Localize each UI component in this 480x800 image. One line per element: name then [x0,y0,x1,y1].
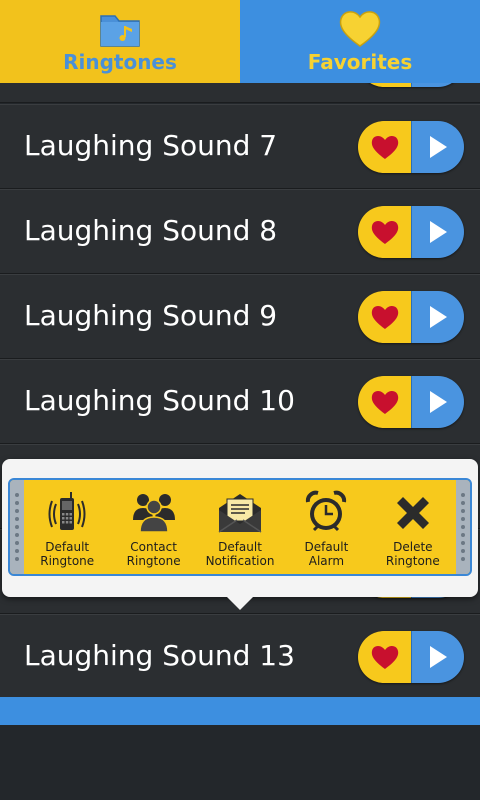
phone-ringing-icon [45,488,89,536]
ringtone-name: Laughing Sound 7 [24,129,278,162]
tab-ringtones[interactable]: Ringtones [0,0,240,83]
list-item[interactable]: Laughing Sound 10 [0,359,480,444]
contacts-group-icon [131,488,177,536]
action-toolbar: Default Ringtone Contact Ringtone Defaul… [8,478,472,576]
ringtone-name: Laughing Sound 8 [24,214,278,247]
action-label: Default Alarm [304,540,349,568]
popup-pointer [226,596,254,610]
play-button[interactable] [411,206,464,258]
row-actions [358,631,464,683]
heart-icon [371,390,398,414]
play-icon [430,136,447,158]
row-actions [358,206,464,258]
play-button[interactable] [411,291,464,343]
action-label: Contact Ringtone [126,540,181,568]
play-button[interactable] [411,121,464,173]
favorite-button[interactable] [358,291,411,343]
list-item[interactable]: Laughing Sound 8 [0,189,480,274]
action-label: Default Notification [205,540,275,568]
list-item[interactable]: Laughing Sound 7 [0,104,480,189]
row-actions [358,291,464,343]
play-button[interactable] [411,631,464,683]
tab-label: Ringtones [63,50,177,74]
default-ringtone-button[interactable]: Default Ringtone [24,480,110,574]
contact-ringtone-button[interactable]: Contact Ringtone [110,480,196,574]
tab-favorites[interactable]: Favorites [240,0,480,83]
heart-icon [371,305,398,329]
folder-music-icon [99,8,141,52]
delete-x-icon [391,488,435,536]
delete-ringtone-button[interactable]: Delete Ringtone [370,480,456,574]
action-label: Delete Ringtone [385,540,440,568]
play-icon [430,646,447,668]
ringtone-name: Laughing Sound 9 [24,299,278,332]
heart-icon [371,645,398,669]
heart-icon [371,220,398,244]
play-icon [430,306,447,328]
favorite-button[interactable] [358,376,411,428]
list-item[interactable]: Laughing Sound 13 [0,614,480,699]
action-label: Default Ringtone [40,540,95,568]
default-notification-button[interactable]: Default Notification [197,480,283,574]
ringtone-name: Laughing Sound 10 [24,384,295,417]
list-item[interactable]: Laughing Sound 9 [0,274,480,359]
tab-label: Favorites [307,50,413,74]
favorite-button[interactable] [358,631,411,683]
bottom-bar [0,697,480,725]
ringtone-name: Laughing Sound 13 [24,639,295,672]
row-actions [358,376,464,428]
context-menu: Default Ringtone Contact Ringtone Defaul… [2,459,478,597]
favorite-button[interactable] [358,121,411,173]
heart-icon [371,135,398,159]
scroll-left-handle[interactable] [10,480,24,574]
heart-icon [339,8,381,52]
default-alarm-button[interactable]: Default Alarm [283,480,369,574]
play-button[interactable] [411,376,464,428]
scroll-right-handle[interactable] [456,480,470,574]
envelope-icon [217,488,263,536]
alarm-clock-icon [304,488,348,536]
row-actions [358,121,464,173]
play-icon [430,391,447,413]
favorite-button[interactable] [358,206,411,258]
play-icon [430,221,447,243]
empty-area [0,725,480,800]
tab-bar: Ringtones Favorites [0,0,480,83]
